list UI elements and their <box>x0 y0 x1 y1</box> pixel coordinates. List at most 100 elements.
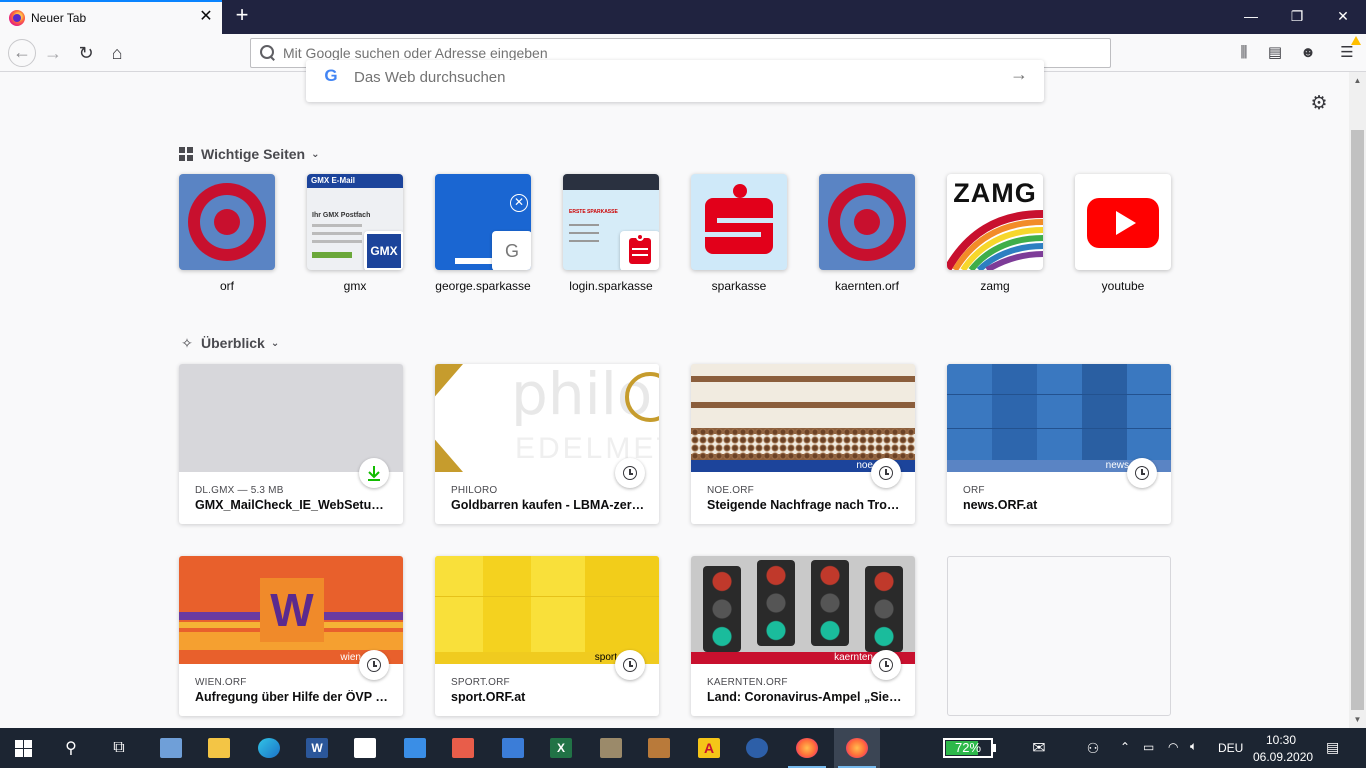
teamviewer-icon[interactable] <box>734 728 780 768</box>
clock-icon[interactable] <box>1127 458 1157 488</box>
highlight-card[interactable]: philo EDELMET PHILORO Goldbarren kaufen … <box>435 364 659 524</box>
paint-icon[interactable] <box>440 728 486 768</box>
maximize-button[interactable]: ❐ <box>1274 0 1320 34</box>
photos-app-icon[interactable] <box>148 728 194 768</box>
highlight-card[interactable]: DL.GMX — 5.3 MB GMX_MailCheck_IE_WebSetu… <box>179 364 403 524</box>
scrollbar-thumb[interactable] <box>1351 130 1364 710</box>
topsite-sparkasse[interactable]: sparkasse <box>691 174 787 293</box>
topsites-heading-label: Wichtige Seiten <box>201 146 306 162</box>
topsites-heading[interactable]: Wichtige Seiten ⌄ <box>179 146 320 162</box>
card-source: NOE.ORF <box>707 485 754 496</box>
clock-icon[interactable] <box>871 650 901 680</box>
web-search-box[interactable]: G Das Web durchsuchen → <box>306 60 1044 102</box>
firefox-taskbar-icon[interactable] <box>784 728 830 768</box>
topsite-gmx[interactable]: GMX E-Mail Ihr GMX Postfach GMX gmx <box>307 174 403 293</box>
library-icon[interactable]: ⫼ <box>1234 44 1254 64</box>
topsite-youtube[interactable]: youtube <box>1075 174 1171 293</box>
chevron-down-icon[interactable]: ⌄ <box>311 149 319 160</box>
photos-icon[interactable] <box>490 728 536 768</box>
highlight-card[interactable]: sport SPORT.ORF sport.ORF.at <box>435 556 659 716</box>
wifi-icon[interactable]: ◠ <box>1168 740 1178 754</box>
orf-logo-icon <box>819 174 915 270</box>
topsite-zamg[interactable]: ZAMG zamg <box>947 174 1043 293</box>
settings-gear-icon[interactable]: ⚙ <box>1309 94 1329 114</box>
battery-tray-icon[interactable]: ▭ <box>1143 740 1154 754</box>
search-go-icon[interactable]: → <box>1010 64 1028 85</box>
card-source: SPORT.ORF <box>451 677 510 688</box>
highlights-heading[interactable]: ✧ Überblick ⌄ <box>179 335 279 351</box>
orf-logo-icon <box>179 174 275 270</box>
windows-start-icon[interactable] <box>0 728 46 768</box>
highlight-card[interactable]: news ORF news.ORF.at <box>947 364 1171 524</box>
minimize-button[interactable]: — <box>1228 0 1274 34</box>
topsite-login-sparkasse[interactable]: ERSTE SPARKASSE login.sparkasse <box>563 174 659 293</box>
card-thumbnail: kaernten <box>691 556 915 664</box>
firefox-active-window-icon[interactable] <box>834 728 880 768</box>
empty-highlight-slot <box>947 556 1171 716</box>
reload-button[interactable]: ↻ <box>73 41 99 67</box>
topsite-label: kaernten.orf <box>834 279 900 293</box>
card-source: WIEN.ORF <box>195 677 247 688</box>
topsite-george-sparkasse[interactable]: ✕ G george.sparkasse <box>435 174 531 293</box>
clock-date[interactable]: 06.09.2020 <box>1253 750 1313 764</box>
highlight-card[interactable]: W wien WIEN.ORF Aufregung über Hilfe der… <box>179 556 403 716</box>
clock-icon[interactable] <box>615 458 645 488</box>
highlight-card[interactable]: kaernten KAERNTEN.ORF Land: Coronavirus-… <box>691 556 915 716</box>
highlight-card[interactable]: noe NOE.ORF Steigende Nachfrage nach Tro… <box>691 364 915 524</box>
tab-neuer-tab[interactable]: Neuer Tab ✕ <box>0 0 222 34</box>
clock-time[interactable]: 10:30 <box>1266 733 1296 747</box>
home-button[interactable]: ⌂ <box>104 41 130 67</box>
topsite-label: youtube <box>1101 279 1145 293</box>
topsite-label: sparkasse <box>711 279 767 293</box>
vertical-scrollbar[interactable]: ▲ ▼ <box>1349 72 1366 728</box>
tab-close-icon[interactable]: ✕ <box>198 9 214 25</box>
george-badge: G <box>492 231 531 270</box>
new-tab-button[interactable]: + <box>230 4 254 28</box>
battery-indicator[interactable]: 72% <box>943 738 993 758</box>
card-thumbnail: news <box>947 364 1171 472</box>
sparkasse-screenshot-icon: ERSTE SPARKASSE <box>563 174 659 270</box>
mail-icon[interactable] <box>392 728 438 768</box>
close-window-button[interactable]: ✕ <box>1320 0 1366 34</box>
download-icon[interactable] <box>359 458 389 488</box>
firefox-icon <box>9 10 25 26</box>
forward-button[interactable]: → <box>40 41 66 67</box>
scroll-up-icon[interactable]: ▲ <box>1349 72 1366 89</box>
card-title: Land: Coronavirus-Ampel „Sieg de... <box>707 690 903 704</box>
url-placeholder: Mit Google suchen oder Adresse eingeben <box>283 45 548 61</box>
search-icon[interactable]: ⚲ <box>48 728 94 768</box>
notification-center-icon[interactable]: ▤ <box>1326 739 1339 756</box>
store-icon[interactable] <box>342 728 388 768</box>
account-icon[interactable]: ☻ <box>1298 44 1318 64</box>
clock-icon[interactable] <box>359 650 389 680</box>
gmx-postfach-text: Ihr GMX Postfach <box>312 212 371 219</box>
card-source: PHILORO <box>451 485 498 496</box>
topsite-kaernten-orf[interactable]: kaernten.orf <box>819 174 915 293</box>
scroll-down-icon[interactable]: ▼ <box>1349 711 1366 728</box>
edge-browser-icon[interactable] <box>246 728 292 768</box>
volume-icon[interactable]: 🔈︎ <box>1190 739 1197 754</box>
task-view-icon[interactable]: ⧉ <box>96 728 142 768</box>
sidebar-icon[interactable]: ▤ <box>1265 44 1285 64</box>
grid-icon <box>179 147 193 161</box>
excel-icon[interactable]: X <box>538 728 584 768</box>
card-title: Steigende Nachfrage nach Trocke... <box>707 498 903 512</box>
back-button[interactable]: ← <box>8 39 36 67</box>
acrobat-icon[interactable]: A <box>686 728 732 768</box>
word-icon[interactable]: W <box>294 728 340 768</box>
search-placeholder: Das Web durchsuchen <box>354 68 506 86</box>
mail-envelope-icon[interactable]: ✉ <box>1016 728 1062 768</box>
people-icon[interactable]: ⚇ <box>1070 728 1116 768</box>
language-indicator[interactable]: DEU <box>1218 741 1243 755</box>
hamburger-menu-icon[interactable]: ☰ <box>1337 44 1357 64</box>
file-explorer-icon[interactable] <box>196 728 242 768</box>
tray-chevron-up-icon[interactable]: ⌃ <box>1120 740 1130 754</box>
clock-icon[interactable] <box>871 458 901 488</box>
image-viewer-icon[interactable] <box>588 728 634 768</box>
chevron-down-icon[interactable]: ⌄ <box>271 338 279 349</box>
topsite-orf[interactable]: orf <box>179 174 275 293</box>
clock-icon[interactable] <box>615 650 645 680</box>
card-thumbnail: W wien <box>179 556 403 664</box>
eye-app-icon[interactable] <box>636 728 682 768</box>
gmx-header: GMX E-Mail <box>307 174 403 188</box>
